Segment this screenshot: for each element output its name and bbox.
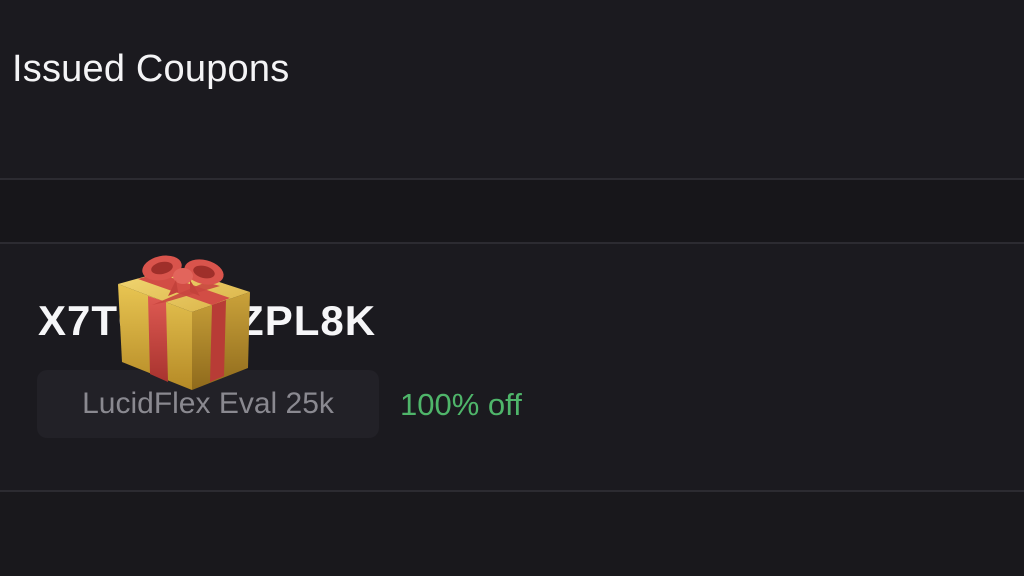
discount-label: 100% off xyxy=(400,387,522,422)
bottom-area xyxy=(0,492,1024,576)
section-spacer xyxy=(0,180,1024,242)
page-title: Issued Coupons xyxy=(12,48,290,90)
page-header: Issued Coupons xyxy=(0,0,1024,178)
gift-icon xyxy=(118,255,250,390)
